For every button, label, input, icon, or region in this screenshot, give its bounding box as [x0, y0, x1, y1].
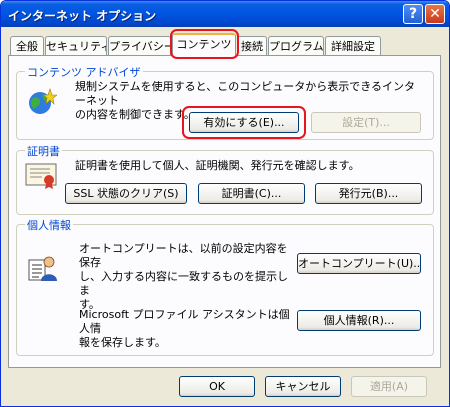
certificate-icon: [25, 163, 57, 189]
apply-button[interactable]: 適用(A): [351, 376, 427, 397]
personal-info-legend: 個人情報: [25, 217, 73, 233]
tab-programs[interactable]: プログラム: [268, 36, 324, 56]
certificates-legend: 証明書: [25, 143, 62, 159]
clear-ssl-state-button[interactable]: SSL 状態のクリア(S): [65, 183, 187, 204]
close-button[interactable]: ✕: [425, 4, 445, 24]
content-advisor-legend: コンテンツ アドバイザ: [25, 64, 143, 80]
tab-privacy[interactable]: プライバシー: [108, 36, 171, 56]
internet-options-dialog: インターネット オプション ? ✕ 全般 セキュリティ プライバシー コンテンツ…: [0, 0, 450, 407]
autocomplete-description: オートコンプリートは、以前の設定内容を保存 し、入力する内容に一致するものを提示…: [79, 242, 288, 311]
profile-assistant-description: Microsoft プロファイル アシスタントは個人情 報を保存します。: [79, 308, 290, 349]
title-bar[interactable]: インターネット オプション ? ✕: [1, 1, 449, 27]
cancel-button[interactable]: キャンセル: [265, 376, 341, 397]
help-button[interactable]: ?: [403, 4, 423, 24]
settings-button[interactable]: 設定(T)...: [311, 112, 421, 133]
tab-advanced[interactable]: 詳細設定: [325, 36, 381, 56]
certificates-description: 証明書を使用して個人、証明機関、発行元を確認します。: [75, 159, 360, 172]
tab-connections[interactable]: 接続: [237, 36, 267, 56]
tab-security[interactable]: セキュリティ: [45, 36, 107, 56]
personal-info-button[interactable]: 個人情報(R)...: [297, 310, 421, 331]
publishers-button[interactable]: 発行元(B)...: [315, 183, 422, 204]
tab-highlight: [170, 29, 239, 59]
certificates-button[interactable]: 証明書(C)...: [198, 183, 305, 204]
autocomplete-button[interactable]: オートコンプリート(U)...: [297, 253, 421, 274]
certificates-group: 証明書 証明書を使用して個人、証明機関、発行元を確認します。 SSL 状態のクリ…: [16, 143, 434, 215]
personal-info-icon: [28, 256, 57, 281]
window-title: インターネット オプション: [8, 9, 157, 23]
tab-general[interactable]: 全般: [10, 36, 44, 56]
content-advisor-globe-icon: [29, 88, 57, 114]
ok-button[interactable]: OK: [179, 376, 255, 397]
personal-info-group: 個人情報 オートコンプリートは、以前の設定内容を保存 し、入力する内容に一致する…: [16, 217, 434, 356]
content-advisor-group: コンテンツ アドバイザ 規制システムを使用すると、このコンピュータから表示できる…: [16, 64, 434, 140]
tab-panel-content: コンテンツ アドバイザ 規制システムを使用すると、このコンピュータから表示できる…: [8, 55, 441, 368]
enable-button-highlight: [182, 106, 306, 139]
